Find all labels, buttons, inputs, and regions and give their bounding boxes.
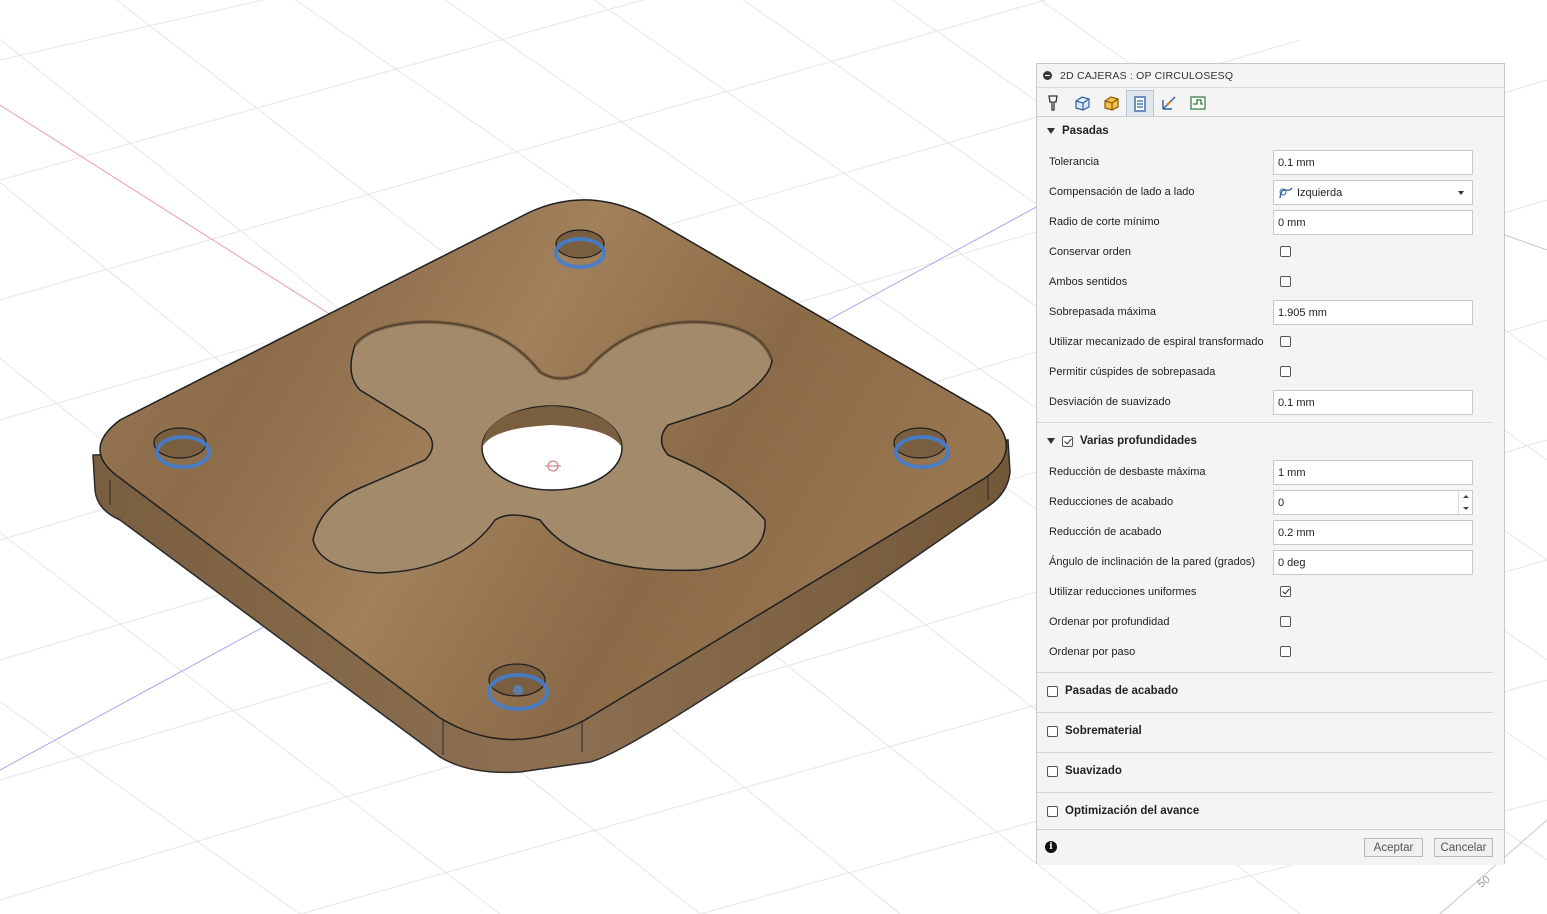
- tool-icon: [1048, 95, 1058, 111]
- section-title: Suavizado: [1065, 765, 1122, 777]
- section-sobrematerial[interactable]: Sobrematerial: [1047, 725, 1142, 737]
- uniformes-checkbox[interactable]: [1280, 586, 1291, 597]
- ambos-checkbox[interactable]: [1280, 276, 1291, 287]
- cancel-button[interactable]: Cancelar: [1434, 838, 1493, 857]
- radio-label: Radio de corte mínimo: [1049, 216, 1160, 228]
- compensacion-label: Compensación de lado a lado: [1049, 186, 1195, 198]
- sobrematerial-checkbox[interactable]: [1047, 725, 1058, 737]
- desviacion-input[interactable]: [1273, 390, 1473, 415]
- section-title: Pasadas de acabado: [1065, 685, 1179, 697]
- tab-geometry[interactable]: [1068, 90, 1096, 116]
- espiral-label: Utilizar mecanizado de espiral transform…: [1049, 336, 1264, 348]
- uniformes-label: Utilizar reducciones uniformes: [1049, 586, 1197, 598]
- section-suavizado[interactable]: Suavizado: [1047, 765, 1122, 777]
- chevron-down-icon: [1458, 190, 1464, 195]
- divider: [1037, 792, 1493, 793]
- espiral-checkbox[interactable]: [1280, 336, 1291, 347]
- section-varias-profundidades[interactable]: Varias profundidades: [1047, 435, 1197, 447]
- reduccion-max-input[interactable]: [1273, 460, 1473, 485]
- accept-button[interactable]: Aceptar: [1364, 838, 1423, 857]
- info-icon[interactable]: i: [1045, 841, 1057, 853]
- sobrepasada-input[interactable]: [1273, 300, 1473, 325]
- ordenar-profundidad-label: Ordenar por profundidad: [1049, 616, 1170, 628]
- dialog-footer: i Aceptar Cancelar: [1037, 829, 1504, 865]
- stepper-buttons[interactable]: [1458, 491, 1472, 514]
- divider: [1037, 752, 1493, 753]
- reducciones-acabado-label: Reducciones de acabado: [1049, 496, 1174, 508]
- tolerancia-input[interactable]: [1273, 150, 1473, 175]
- conservar-label: Conservar orden: [1049, 246, 1131, 258]
- tab-tool[interactable]: [1039, 90, 1067, 116]
- section-pasadas-acabado[interactable]: Pasadas de acabado: [1047, 685, 1178, 697]
- geometry-icon: [1075, 96, 1090, 111]
- linking-icon: [1162, 96, 1176, 110]
- cuspides-checkbox[interactable]: [1280, 366, 1291, 377]
- reduccion-acabado-input[interactable]: [1273, 520, 1473, 545]
- ordenar-paso-checkbox[interactable]: [1280, 646, 1291, 657]
- varias-profundidades-checkbox[interactable]: [1062, 435, 1073, 447]
- desviacion-label: Desviación de suavizado: [1049, 396, 1171, 408]
- compensacion-select[interactable]: Izquierda: [1273, 180, 1473, 205]
- section-title: Varias profundidades: [1080, 435, 1197, 447]
- reducciones-acabado-value: 0: [1278, 496, 1285, 509]
- section-optimizacion[interactable]: Optimización del avance: [1047, 805, 1199, 817]
- stepper-down-icon[interactable]: [1459, 503, 1472, 515]
- section-title: Optimización del avance: [1065, 805, 1200, 817]
- tolerancia-label: Tolerancia: [1049, 156, 1100, 168]
- shape-icon: [1190, 96, 1206, 110]
- sobrepasada-label: Sobrepasada máxima: [1049, 306, 1157, 318]
- suavizado-checkbox[interactable]: [1047, 765, 1058, 777]
- operation-dialog: 2D CAJERAS : OP CIRCULOSESQ Pasadas Tole…: [1036, 63, 1505, 865]
- compensacion-value: Izquierda: [1297, 186, 1343, 199]
- conservar-checkbox[interactable]: [1280, 246, 1291, 257]
- angulo-label: Ángulo de inclinación de la pared (grado…: [1049, 556, 1256, 568]
- tab-passes[interactable]: [1126, 90, 1154, 116]
- divider: [1037, 712, 1493, 713]
- side-compensation-icon: [1279, 187, 1293, 198]
- tab-linking[interactable]: [1155, 90, 1183, 116]
- wooden-plate-model[interactable]: [92, 199, 1011, 774]
- optimizacion-checkbox[interactable]: [1047, 805, 1058, 817]
- tab-heights[interactable]: [1097, 90, 1125, 116]
- reduccion-max-label: Reducción de desbaste máxima: [1049, 466, 1206, 478]
- collapse-icon[interactable]: [1043, 71, 1052, 80]
- section-pasadas[interactable]: Pasadas: [1047, 125, 1109, 137]
- heights-icon: [1104, 96, 1119, 111]
- expand-arrow-icon[interactable]: [1047, 128, 1055, 134]
- cuspides-label: Permitir cúspides de sobrepasada: [1049, 366, 1216, 378]
- divider: [1037, 422, 1493, 423]
- radio-input[interactable]: [1273, 210, 1473, 235]
- reducciones-acabado-stepper[interactable]: 0: [1273, 490, 1473, 515]
- tab-shape[interactable]: [1184, 90, 1212, 116]
- dialog-title: 2D CAJERAS : OP CIRCULOSESQ: [1060, 69, 1234, 82]
- reduccion-acabado-label: Reducción de acabado: [1049, 526, 1162, 538]
- dialog-tabs: [1039, 90, 1213, 116]
- pasadas-acabado-checkbox[interactable]: [1047, 685, 1058, 697]
- expand-arrow-icon[interactable]: [1047, 438, 1055, 444]
- ordenar-profundidad-checkbox[interactable]: [1280, 616, 1291, 627]
- section-title: Sobrematerial: [1065, 725, 1142, 737]
- passes-icon: [1134, 95, 1146, 112]
- ordenar-paso-label: Ordenar por paso: [1049, 646, 1136, 658]
- stepper-up-icon[interactable]: [1459, 491, 1472, 503]
- dialog-titlebar[interactable]: 2D CAJERAS : OP CIRCULOSESQ: [1037, 64, 1504, 88]
- ambos-label: Ambos sentidos: [1049, 276, 1128, 288]
- angulo-input[interactable]: [1273, 550, 1473, 575]
- divider: [1037, 672, 1493, 673]
- section-title: Pasadas: [1062, 125, 1109, 137]
